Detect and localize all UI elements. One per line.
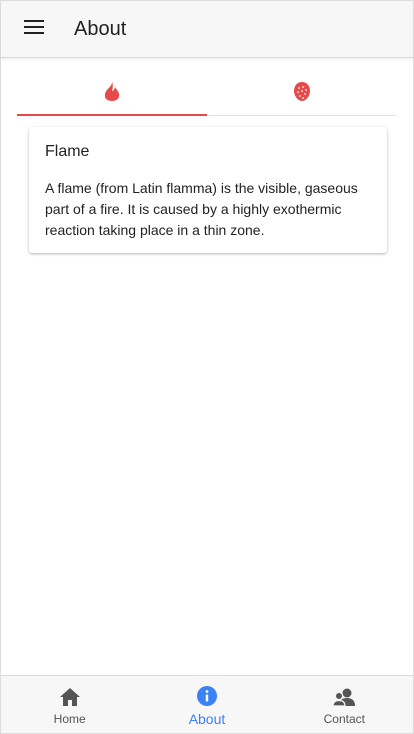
nav-label-home: Home [53,711,86,726]
nav-label-contact: Contact [323,711,365,726]
tab-bar [17,75,397,116]
tab-flame[interactable] [17,75,207,116]
menu-icon [24,19,44,40]
nav-item-about[interactable]: About [138,676,275,733]
page-title: About [74,17,127,40]
nav-item-home[interactable]: Home [1,676,138,733]
menu-button[interactable] [22,17,46,41]
bottom-navigation: Home About Contact [1,675,413,733]
flame-icon [103,80,121,107]
contacts-icon [332,686,356,708]
nav-item-contact[interactable]: Contact [276,676,413,733]
home-icon [59,686,80,708]
tab-strawberry[interactable] [207,75,397,115]
strawberry-icon [293,80,311,107]
card-title: Flame [45,143,90,160]
app-bar: About [1,1,413,58]
info-icon [196,685,218,707]
nav-label-about: About [188,710,226,727]
info-card: Flame A flame (from Latin flamma) is the… [29,127,387,253]
card-text: A flame (from Latin flamma) is the visib… [45,180,358,238]
